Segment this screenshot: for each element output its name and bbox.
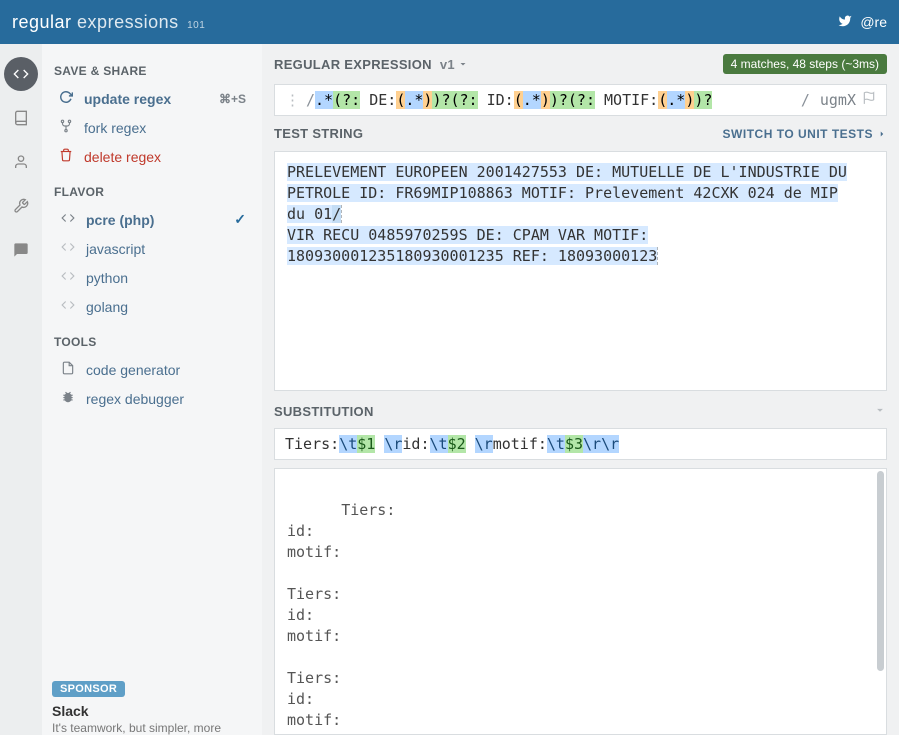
regex-content: .*(?: DE:(.*))?(?: ID:(.*))?(?: MOTIF:(.… [315, 91, 801, 109]
match-info-badge: 4 matches, 48 steps (~3ms) [723, 54, 887, 74]
regex-flags[interactable]: ugmX [820, 91, 856, 109]
nav-chat-icon[interactable] [4, 233, 38, 267]
chevron-down-icon [457, 58, 469, 70]
flavor-javascript[interactable]: javascript [52, 234, 252, 263]
version-label: v1 [440, 57, 455, 72]
regex-input[interactable]: ⋮ / .*(?: DE:(.*))?(?: ID:(.*))?(?: MOTI… [274, 84, 887, 116]
regex-header-row: REGULAR EXPRESSION v1 4 matches, 48 step… [262, 44, 899, 84]
nav-library-icon[interactable] [4, 101, 38, 135]
regex-delim-open: / [306, 91, 315, 109]
substitution-result[interactable]: Tiers: id: motif: Tiers: id: motif: Tier… [274, 468, 887, 735]
logo-sub: 101 [187, 20, 205, 31]
logo-text-light: expressions [77, 12, 179, 32]
code-generator-label: code generator [86, 362, 246, 378]
sidebar: SAVE & SHARE update regex ⌘+S fork regex… [42, 44, 262, 735]
bug-icon [60, 390, 76, 407]
code-icon [60, 269, 76, 286]
code-icon [60, 211, 76, 228]
delete-regex-item[interactable]: delete regex [52, 142, 252, 171]
app-logo[interactable]: regular expressions 101 [12, 12, 205, 33]
check-icon: ✓ [234, 211, 246, 228]
update-regex-item[interactable]: update regex ⌘+S [52, 84, 252, 113]
flavor-label: golang [86, 299, 246, 315]
flavor-header: FLAVOR [54, 185, 252, 199]
test-header-label: TEST STRING [274, 126, 363, 141]
main-panel: REGULAR EXPRESSION v1 4 matches, 48 step… [262, 44, 899, 735]
iconbar [0, 44, 42, 735]
fork-regex-label: fork regex [84, 120, 246, 136]
scrollbar[interactable] [876, 469, 886, 734]
regex-debugger-label: regex debugger [86, 391, 246, 407]
regex-delim-close: / [801, 91, 810, 109]
version-select[interactable]: v1 [440, 57, 469, 72]
tools-header: TOOLS [54, 335, 252, 349]
twitter-icon[interactable] [838, 14, 852, 31]
regex-header: REGULAR EXPRESSION v1 [274, 57, 469, 72]
code-icon [60, 240, 76, 257]
flag-icon[interactable] [862, 91, 876, 109]
scrollbar-thumb[interactable] [877, 471, 884, 671]
sponsor-title: Slack [52, 703, 252, 719]
sponsor-desc: It's teamwork, but simpler, more [52, 721, 252, 735]
code-icon [60, 298, 76, 315]
flavor-label: python [86, 270, 246, 286]
update-shortcut: ⌘+S [219, 92, 246, 106]
unit-tests-label: SWITCH TO UNIT TESTS [723, 127, 873, 141]
fork-regex-item[interactable]: fork regex [52, 113, 252, 142]
refresh-icon [58, 90, 74, 107]
flavor-label: pcre (php) [86, 212, 224, 228]
chevron-right-icon [877, 129, 887, 139]
nav-regex-icon[interactable] [4, 57, 38, 91]
substitution-header-label: SUBSTITUTION [274, 404, 374, 419]
nav-account-icon[interactable] [4, 145, 38, 179]
layout: SAVE & SHARE update regex ⌘+S fork regex… [0, 44, 899, 735]
test-string-input[interactable]: PRELEVEMENT EUROPEEN 2001427553 DE: MUTU… [274, 151, 887, 391]
regex-debugger-item[interactable]: regex debugger [52, 384, 252, 413]
code-generator-item[interactable]: code generator [52, 355, 252, 384]
substitution-header-row: SUBSTITUTION [262, 391, 899, 428]
sponsor-badge: SPONSOR [52, 681, 125, 697]
topbar: regular expressions 101 @re [0, 0, 899, 44]
flavor-label: javascript [86, 241, 246, 257]
flavor-golang[interactable]: golang [52, 292, 252, 321]
update-regex-label: update regex [84, 91, 209, 107]
flavor-python[interactable]: python [52, 263, 252, 292]
result-text: Tiers: id: motif: Tiers: id: motif: Tier… [287, 501, 432, 729]
collapse-icon[interactable] [873, 403, 887, 420]
unit-tests-link[interactable]: SWITCH TO UNIT TESTS [723, 127, 887, 141]
substitution-input[interactable]: Tiers:\t$1 \rid:\t$2 \rmotif:\t$3\r\r [274, 428, 887, 460]
sponsor-box[interactable]: SPONSOR Slack It's teamwork, but simpler… [52, 679, 252, 735]
flavor-pcre[interactable]: pcre (php) ✓ [52, 205, 252, 234]
nav-settings-icon[interactable] [4, 189, 38, 223]
regex-header-label: REGULAR EXPRESSION [274, 57, 432, 72]
save-share-header: SAVE & SHARE [54, 64, 252, 78]
file-code-icon [60, 361, 76, 378]
test-header-row: TEST STRING SWITCH TO UNIT TESTS [262, 116, 899, 151]
topbar-right: @re [838, 14, 887, 31]
trash-icon [58, 148, 74, 165]
delete-regex-label: delete regex [84, 149, 246, 165]
twitter-handle[interactable]: @re [860, 14, 887, 30]
drag-handle-icon[interactable]: ⋮ [285, 91, 300, 109]
logo-text-bold: regular [12, 12, 72, 32]
fork-icon [58, 119, 74, 136]
